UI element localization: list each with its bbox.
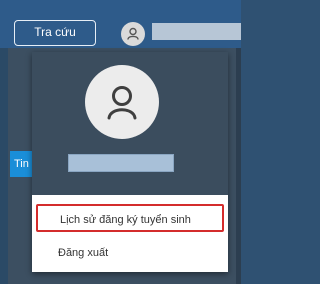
search-button[interactable]: Tra cứu — [14, 20, 96, 46]
user-name-bar — [152, 23, 241, 40]
top-bar: Tra cứu — [0, 0, 241, 48]
left-stripe — [0, 48, 8, 284]
right-edge — [236, 48, 241, 284]
menu-item-registration-history[interactable]: Lịch sử đăng ký tuyển sinh — [36, 204, 224, 232]
user-avatar-button[interactable] — [121, 22, 145, 46]
dropdown-profile-header — [32, 52, 228, 195]
user-icon — [107, 86, 137, 120]
profile-avatar — [85, 65, 159, 139]
profile-name-bar — [68, 154, 174, 172]
user-dropdown-menu: Lịch sử đăng ký tuyển sinh Đăng xuất — [32, 52, 228, 272]
user-icon — [127, 27, 139, 40]
menu-item-logout[interactable]: Đăng xuất — [36, 239, 224, 267]
